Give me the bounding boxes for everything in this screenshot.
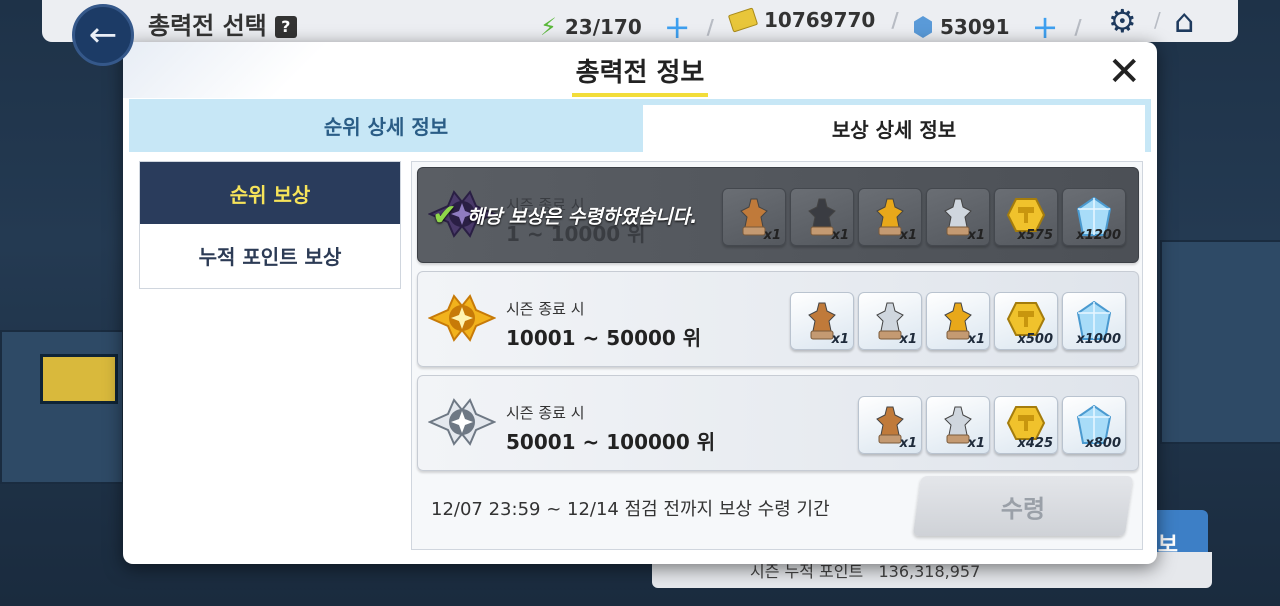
reward-item-silver-mech[interactable]: x1 <box>926 188 990 246</box>
divider: / <box>1074 15 1082 39</box>
modal-header: 총력전 정보 <box>123 52 1157 97</box>
tab-reward-details[interactable]: 보상 상세 정보 <box>643 105 1145 152</box>
reward-items: x1 x1 x425 x800 <box>858 396 1126 454</box>
reward-item-crystal[interactable]: x1200 <box>1062 188 1126 246</box>
reward-item-bronze-mech[interactable]: x1 <box>858 396 922 454</box>
reward-item-qty: x1000 <box>1076 332 1121 347</box>
reward-item-gold-token[interactable]: x575 <box>994 188 1058 246</box>
reward-items: x1 x1 x1 x500 x1000 <box>790 292 1126 350</box>
divider: / <box>1154 8 1161 32</box>
reward-row: 시즌 종료 시 10001 ~ 50000 위 x1 x1 x1 x500 x1000 <box>417 271 1139 367</box>
reward-item-qty: x1 <box>967 332 985 347</box>
reward-item-qty: x1 <box>831 332 849 347</box>
stamina-value: 23/170 <box>564 15 642 39</box>
reward-item-qty: x1 <box>899 436 917 451</box>
row-subtitle: 시즌 종료 시 <box>506 404 585 422</box>
reward-item-qty: x1 <box>899 228 917 243</box>
reward-item-qty: x1 <box>763 228 781 243</box>
reward-item-silver-mech[interactable]: x1 <box>858 292 922 350</box>
bg-points-value: 136,318,957 <box>878 562 981 581</box>
bg-right-console <box>1160 240 1280 444</box>
reward-item-crystal[interactable]: x800 <box>1062 396 1126 454</box>
reward-row: 시즌 종료 시1 ~ 10000 위 x1 x1 x1 x1 x575 x1200 ✔ 해당 보… <box>417 167 1139 263</box>
rank-emblem-icon <box>427 292 497 344</box>
reward-item-qty: x1 <box>831 228 849 243</box>
reward-item-qty: x1200 <box>1076 228 1121 243</box>
row-rank-range: 10001 ~ 50000 위 <box>506 326 702 350</box>
reward-item-qty: x575 <box>1017 228 1053 243</box>
reward-item-qty: x1 <box>899 332 917 347</box>
gem-icon <box>914 16 932 38</box>
menu-item-rank-reward[interactable]: 순위 보상 <box>140 162 400 224</box>
rank-emblem-icon <box>427 396 497 448</box>
checkmark-icon: ✔ <box>432 198 458 233</box>
reward-item-bronze-mech[interactable]: x1 <box>722 188 786 246</box>
menu-item-cumulative-reward[interactable]: 누적 포인트 보상 <box>140 224 400 286</box>
claimed-text: 해당 보상은 수령하였습니다. <box>467 206 698 228</box>
bg-points-label: 시즌 누적 포인트 <box>750 562 864 581</box>
reward-item-qty: x500 <box>1017 332 1053 347</box>
add-stamina-button[interactable]: + <box>664 8 691 46</box>
reward-item-qty: x1 <box>967 228 985 243</box>
credit-card-icon <box>727 7 759 33</box>
credits-value: 10769770 <box>764 8 876 32</box>
tab-bar: 순위 상세 정보 보상 상세 정보 <box>129 99 1151 152</box>
page-title: 총력전 선택? <box>148 6 297 41</box>
reward-item-qty: x425 <box>1017 436 1053 451</box>
reward-row: 시즌 종료 시 50001 ~ 100000 위 x1 x1 x425 x800 <box>417 375 1139 471</box>
divider: / <box>706 15 714 39</box>
reward-item-silver-mech[interactable]: x1 <box>926 396 990 454</box>
lightning-icon: ⚡ <box>540 13 557 41</box>
help-button[interactable]: ? <box>274 16 297 38</box>
gear-icon[interactable]: ⚙ <box>1108 2 1137 40</box>
reward-items: x1 x1 x1 x1 x575 x1200 <box>722 188 1126 246</box>
row-rank-range: 50001 ~ 100000 위 <box>506 430 716 454</box>
reward-item-qty: x1 <box>967 436 985 451</box>
claimed-overlay: ✔ 해당 보상은 수령하였습니다. <box>432 198 697 233</box>
home-icon[interactable]: ⌂ <box>1174 2 1194 40</box>
reward-item-black-mech[interactable]: x1 <box>790 188 854 246</box>
reward-item-gold-token[interactable]: x425 <box>994 396 1058 454</box>
add-gems-button[interactable]: + <box>1032 8 1059 46</box>
divider: / <box>891 8 899 32</box>
bg-left-screen <box>40 354 118 404</box>
info-modal: 총력전 정보 ✕ 순위 상세 정보 보상 상세 정보 순위 보상 누적 포인트 … <box>123 42 1157 564</box>
claim-button-label: 수령 <box>1000 494 1046 523</box>
reward-item-bronze-mech[interactable]: x1 <box>790 292 854 350</box>
page-title-text: 총력전 선택 <box>148 12 267 40</box>
row-subtitle: 시즌 종료 시 <box>506 300 585 318</box>
reward-category-menu: 순위 보상 누적 포인트 보상 <box>139 161 401 289</box>
credits-resource: 10769770 / <box>727 7 899 33</box>
stamina-resource: ⚡ 23/170 + / <box>540 8 714 46</box>
modal-title: 총력전 정보 <box>571 52 709 97</box>
gems-resource: 53091 + / <box>914 8 1082 46</box>
arrow-left-icon: ← <box>88 15 118 55</box>
reward-item-gold-mech[interactable]: x1 <box>926 292 990 350</box>
gems-value: 53091 <box>940 15 1010 39</box>
tab-rank-details[interactable]: 순위 상세 정보 <box>129 99 643 152</box>
back-button[interactable]: ← <box>72 4 134 66</box>
claim-button[interactable]: 수령 <box>912 476 1134 536</box>
close-icon[interactable]: ✕ <box>1107 52 1141 92</box>
claim-period-text: 12/07 23:59 ~ 12/14 점검 전까지 보상 수령 기간 <box>431 499 830 520</box>
reward-item-crystal[interactable]: x1000 <box>1062 292 1126 350</box>
reward-item-qty: x800 <box>1085 436 1121 451</box>
reward-item-gold-token[interactable]: x500 <box>994 292 1058 350</box>
reward-item-gold-mech[interactable]: x1 <box>858 188 922 246</box>
